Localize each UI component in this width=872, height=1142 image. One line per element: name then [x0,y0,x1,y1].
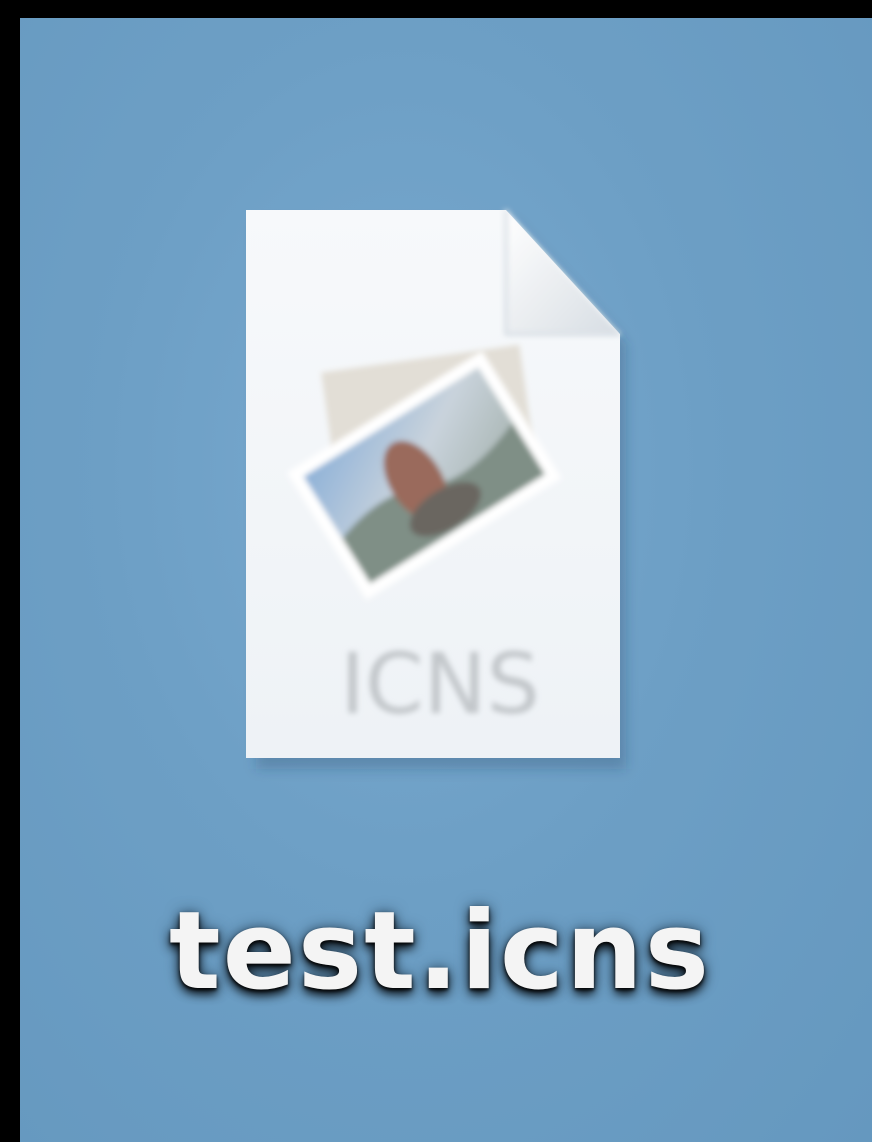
file-name-label[interactable]: test.icns [120,898,760,1006]
icns-document-icon[interactable]: ICNS [210,188,690,788]
desktop-background: ICNS test.icns [20,18,872,1142]
screen: ICNS test.icns [0,0,872,1142]
icns-document-icon-graphic: ICNS [246,210,626,769]
icon-badge-text: ICNS [340,635,540,733]
